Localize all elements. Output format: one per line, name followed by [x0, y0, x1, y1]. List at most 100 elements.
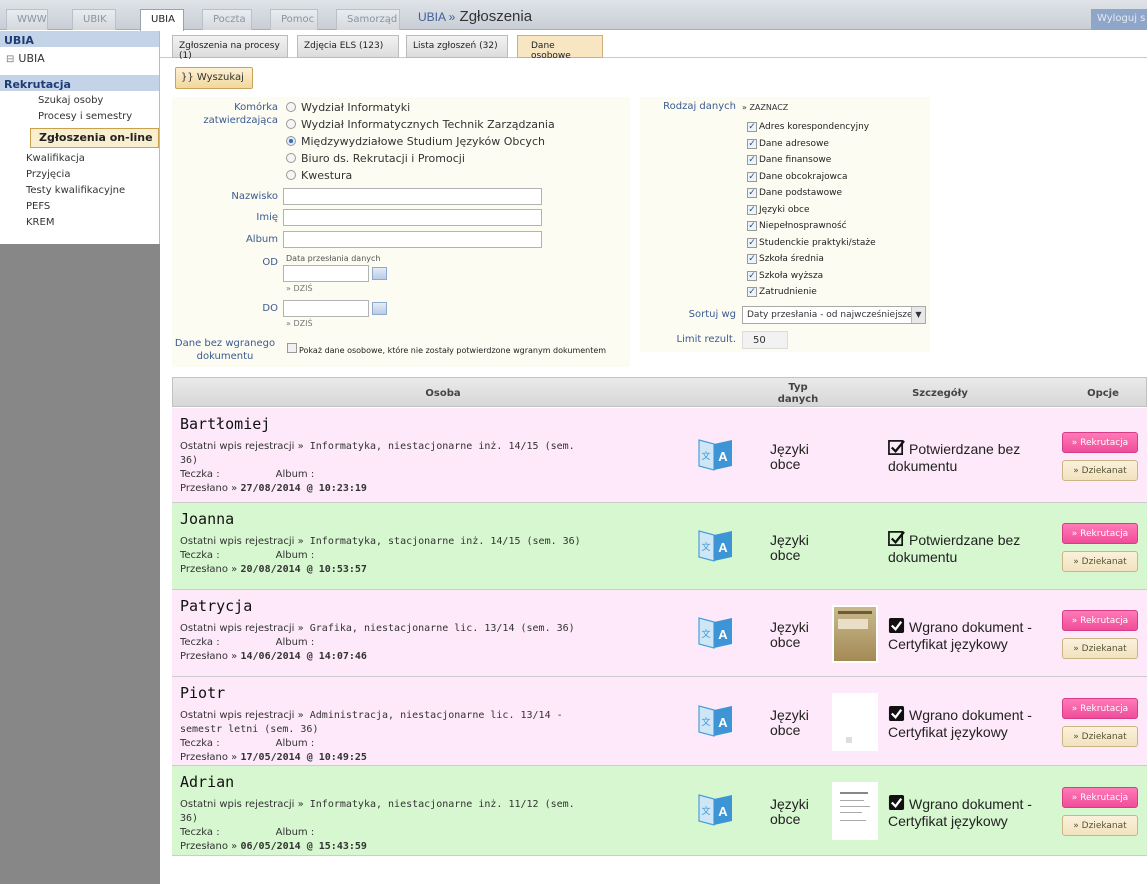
- dziekanat-button[interactable]: » Dziekanat: [1062, 638, 1138, 659]
- sidebar-item-krem[interactable]: KREM: [0, 215, 159, 231]
- top-tab-poczta[interactable]: Poczta: [202, 9, 252, 30]
- person-name[interactable]: Patrycja: [180, 597, 252, 615]
- sidebar-item-procesy[interactable]: Procesy i semestry: [0, 109, 159, 125]
- sidebar-item-kwalifikacja[interactable]: Kwalifikacja: [0, 151, 159, 167]
- translate-icon: A 文: [696, 789, 736, 829]
- checkbox-zatrudnienie[interactable]: ✓ Zatrudnienie: [747, 287, 817, 297]
- imie-input[interactable]: [283, 209, 542, 226]
- svg-text:A: A: [718, 540, 728, 555]
- top-tab-ubik[interactable]: UBIK: [72, 9, 116, 30]
- date-to-input[interactable]: [283, 300, 369, 317]
- rekrutacja-button[interactable]: » Rekrutacja: [1062, 610, 1138, 631]
- date-from-input[interactable]: [283, 265, 369, 282]
- nazwisko-input[interactable]: [283, 188, 542, 205]
- search-button[interactable]: }} Wyszukaj: [175, 67, 253, 89]
- calendar-icon[interactable]: [372, 302, 387, 315]
- checkbox-dane-adresowe[interactable]: ✓ Dane adresowe: [747, 139, 829, 149]
- dzis-link-to[interactable]: » DZIŚ: [286, 319, 313, 328]
- person-name[interactable]: Bartłomiej: [180, 415, 270, 433]
- top-tab-pomoc[interactable]: Pomoc: [270, 9, 318, 30]
- album-input[interactable]: [283, 231, 542, 248]
- person-name[interactable]: Adrian: [180, 773, 234, 791]
- checkbox-dane-obcokrajowca[interactable]: ✓ Dane obcokrajowca: [747, 172, 847, 182]
- checkbox-jezyki-obce[interactable]: ✓ Języki obce: [747, 205, 810, 215]
- sidebar-header: UBIA: [0, 31, 159, 47]
- person-name[interactable]: Piotr: [180, 684, 225, 702]
- breadcrumb[interactable]: UBIA »: [418, 10, 455, 24]
- dziekanat-button[interactable]: » Dziekanat: [1062, 551, 1138, 572]
- checkbox-praktyki[interactable]: ✓ Studenckie praktyki/staże: [747, 238, 876, 248]
- document-thumbnail[interactable]: [832, 693, 878, 751]
- sidebar-item-testy[interactable]: Testy kwalifikacyjne: [0, 183, 159, 199]
- dziekanat-button[interactable]: » Dziekanat: [1062, 726, 1138, 747]
- document-thumbnail[interactable]: [832, 782, 878, 840]
- sidebar-item-przyjecia[interactable]: Przyjęcia: [0, 167, 159, 183]
- top-tab-samorzad[interactable]: Samorząd: [336, 9, 400, 30]
- detail-text: Wgrano dokument - Certyfikat językowy: [888, 617, 1032, 652]
- checkbox-icon: [888, 617, 905, 634]
- collapse-icon[interactable]: ⊟: [6, 54, 14, 65]
- komorka-label: Komórka zatwierdzająca: [203, 102, 278, 126]
- dziekanat-button[interactable]: » Dziekanat: [1062, 815, 1138, 836]
- detail-text: Potwierdzane bez dokumentu: [888, 440, 1021, 474]
- sidebar-section-rekrutacja[interactable]: Rekrutacja: [0, 75, 159, 91]
- table-row: Adrian Ostatni wpis rejestracji » Inform…: [172, 766, 1147, 856]
- chevron-down-icon[interactable]: ▼: [911, 307, 925, 323]
- teczka-album: Teczka : Album :: [180, 827, 315, 838]
- radio-kwestura[interactable]: Kwestura: [286, 169, 352, 184]
- table-row: Bartłomiej Ostatni wpis rejestracji » In…: [172, 408, 1147, 503]
- top-bar: WWW UBIK UBIA Poczta Pomoc Samorząd UBIA…: [0, 0, 1147, 31]
- teczka-album: Teczka : Album :: [180, 738, 315, 749]
- checkbox-icon: [888, 531, 905, 546]
- radio-biuro-rekrutacji[interactable]: Biuro ds. Rekrutacji i Promocji: [286, 152, 465, 167]
- registration-entry: Ostatni wpis rejestracji » Grafika, nies…: [180, 623, 575, 634]
- sort-select[interactable]: Daty przesłania - od najwcześniejszej ▼: [742, 306, 926, 324]
- checkbox-dane-finansowe[interactable]: ✓ Dane finansowe: [747, 155, 831, 165]
- bez-dokumentu-label: Dane bez wgranego dokumentu: [174, 338, 276, 362]
- checkbox-szkola-srednia[interactable]: ✓ Szkoła średnia: [747, 254, 824, 264]
- bez-dokumentu-checkbox[interactable]: Pokaż dane osobowe, które nie zostały po…: [287, 343, 606, 355]
- limit-input[interactable]: 50: [742, 331, 788, 349]
- radio-witz[interactable]: Wydział Informatycznych Technik Zarządza…: [286, 118, 555, 133]
- sidebar-item-zgloszenia[interactable]: Zgłoszenia on-line: [30, 128, 159, 148]
- calendar-icon[interactable]: [372, 267, 387, 280]
- sidebar-item-szukaj-osoby[interactable]: Szukaj osoby: [0, 93, 159, 109]
- tab-lista-zgloszen[interactable]: Lista zgłoszeń (32): [406, 35, 508, 58]
- checkbox-adres-koresp[interactable]: ✓ Adres korespondencyjny: [747, 122, 869, 132]
- rekrutacja-button[interactable]: » Rekrutacja: [1062, 523, 1138, 544]
- logout-button[interactable]: Wyloguj s: [1091, 9, 1147, 30]
- svg-text:文: 文: [701, 716, 710, 728]
- dzis-link-from[interactable]: » DZIŚ: [286, 284, 313, 293]
- checkbox-icon: [888, 705, 905, 722]
- svg-text:文: 文: [701, 450, 710, 462]
- checkbox-szkola-wyzsza[interactable]: ✓ Szkoła wyższa: [747, 271, 823, 281]
- top-tab-www[interactable]: WWW: [6, 9, 48, 30]
- top-tab-ubia[interactable]: UBIA: [140, 9, 184, 31]
- tab-dane-osobowe[interactable]: Dane osobowe: [517, 35, 603, 61]
- registration-entry: Ostatni wpis rejestracji » Informatyka, …: [180, 441, 575, 466]
- detail-text: Potwierdzane bez dokumentu: [888, 531, 1021, 565]
- sidebar-ubia-node[interactable]: ⊟ UBIA: [0, 47, 159, 69]
- header-osoba: Osoba: [425, 388, 461, 399]
- document-thumbnail[interactable]: [832, 605, 878, 663]
- registration-entry: Ostatni wpis rejestracji » Informatyka, …: [180, 536, 581, 547]
- dziekanat-button[interactable]: » Dziekanat: [1062, 460, 1138, 481]
- checkbox-icon: [888, 794, 905, 811]
- tab-zdjecia-els[interactable]: Zdjęcia ELS (123): [297, 35, 399, 58]
- radio-msjo[interactable]: Międzywydziałowe Studium Języków Obcych: [286, 135, 545, 150]
- registration-entry: Ostatni wpis rejestracji » Informatyka, …: [180, 799, 575, 824]
- checkbox-dane-podstawowe[interactable]: ✓ Dane podstawowe: [747, 188, 842, 198]
- checkbox-niepelnosprawnosc[interactable]: ✓ Niepełnosprawność: [747, 221, 847, 231]
- radio-wydzial-informatyki[interactable]: Wydział Informatyki: [286, 101, 410, 116]
- rekrutacja-button[interactable]: » Rekrutacja: [1062, 698, 1138, 719]
- person-name[interactable]: Joanna: [180, 510, 234, 528]
- tab-zgloszenia-na-procesy[interactable]: Zgłoszenia na procesy (1): [172, 35, 288, 61]
- header-typ: Typ danych: [777, 382, 819, 405]
- zaznacz-link[interactable]: » ZAZNACZ: [742, 103, 788, 112]
- sidebar-item-pefs[interactable]: PEFS: [0, 199, 159, 215]
- do-label: DO: [262, 303, 278, 314]
- rekrutacja-button[interactable]: » Rekrutacja: [1062, 432, 1138, 453]
- registration-entry: Ostatni wpis rejestracji » Administracja…: [180, 710, 563, 735]
- svg-text:A: A: [718, 449, 728, 464]
- rekrutacja-button[interactable]: » Rekrutacja: [1062, 787, 1138, 808]
